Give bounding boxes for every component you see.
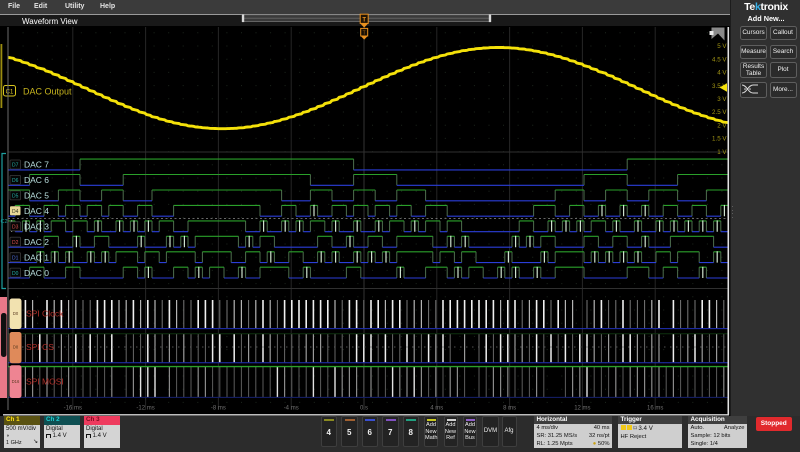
svg-text:-16 ms: -16 ms xyxy=(64,406,82,412)
svg-text:DAC 5: DAC 5 xyxy=(24,191,49,201)
svg-text:-4 ms: -4 ms xyxy=(284,406,299,412)
svg-text:SPI MOSI: SPI MOSI xyxy=(26,377,64,387)
svg-text:DAC Output: DAC Output xyxy=(23,87,72,97)
svg-text:1 V: 1 V xyxy=(717,149,727,156)
svg-text:5 V: 5 V xyxy=(717,43,727,50)
svg-text:DAC 0: DAC 0 xyxy=(24,268,49,278)
svg-text:1.5 V: 1.5 V xyxy=(712,136,727,143)
svg-text:T: T xyxy=(363,31,366,37)
svg-text:8 ms: 8 ms xyxy=(503,406,516,412)
svg-text:D0: D0 xyxy=(13,311,19,316)
svg-text:D5: D5 xyxy=(12,194,19,200)
svg-text:3 V: 3 V xyxy=(717,96,727,103)
svg-text:DAC 3: DAC 3 xyxy=(24,222,49,232)
svg-text:2.5 V: 2.5 V xyxy=(712,109,727,116)
svg-text:4.5 V: 4.5 V xyxy=(712,56,727,63)
svg-text:DAC 2: DAC 2 xyxy=(24,237,49,247)
svg-text:12 ms: 12 ms xyxy=(574,406,590,412)
svg-text:DAC 4: DAC 4 xyxy=(24,206,49,216)
svg-text:D1: D1 xyxy=(12,255,19,261)
svg-text:D16: D16 xyxy=(12,379,20,384)
svg-text:T: T xyxy=(362,17,366,23)
svg-text:4 V: 4 V xyxy=(717,70,727,77)
svg-text:DAC 7: DAC 7 xyxy=(24,160,49,170)
svg-text:DAC 6: DAC 6 xyxy=(24,175,49,185)
svg-text:DAC 1: DAC 1 xyxy=(24,252,49,262)
svg-text:C2: C2 xyxy=(1,219,8,225)
svg-text:-12 ms: -12 ms xyxy=(136,406,154,412)
svg-text:D2: D2 xyxy=(12,240,19,246)
svg-text:C1: C1 xyxy=(6,89,14,95)
svg-text:D3: D3 xyxy=(12,225,19,231)
svg-text:D0: D0 xyxy=(12,271,19,277)
svg-text:SPI Clock: SPI Clock xyxy=(26,309,64,319)
svg-text:16 ms: 16 ms xyxy=(647,406,663,412)
svg-text:D7: D7 xyxy=(12,163,19,169)
svg-text:2 V: 2 V xyxy=(717,122,727,129)
svg-text:D6: D6 xyxy=(12,178,19,184)
svg-text:D8: D8 xyxy=(13,345,19,350)
svg-text:0 s: 0 s xyxy=(360,406,368,412)
svg-text:4 ms: 4 ms xyxy=(430,406,443,412)
svg-text:D4: D4 xyxy=(12,209,19,215)
svg-text:-8 ms: -8 ms xyxy=(211,406,226,412)
svg-text:SPI CS: SPI CS xyxy=(26,342,54,352)
